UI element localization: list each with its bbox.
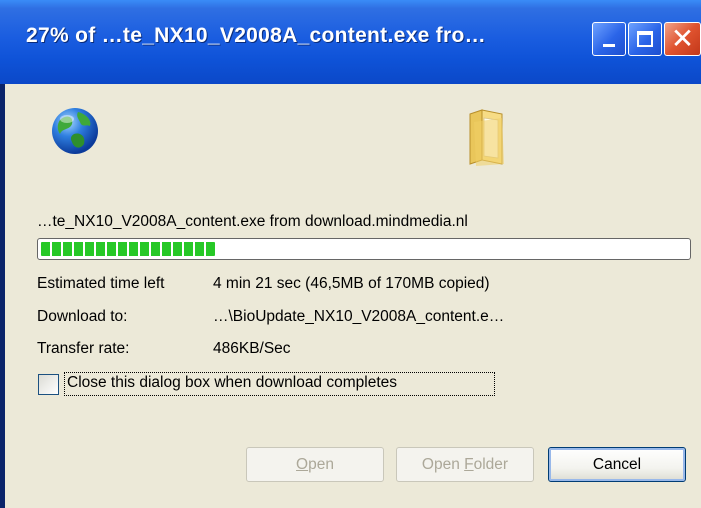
download-to-label: Download to: [37,308,128,325]
minimize-button[interactable] [592,22,626,56]
progress-fill [41,242,216,256]
file-source-line: …te_NX10_V2008A_content.exe from downloa… [37,213,468,230]
download-progress-bar [37,238,691,260]
open-mnemonic: O [296,455,309,473]
globe-icon [52,108,98,154]
open-folder-button[interactable]: Open Folder [396,447,534,482]
close-when-done-label[interactable]: Close this dialog box when download comp… [67,374,397,392]
maximize-button[interactable] [628,22,662,56]
close-button[interactable]: ✕ [664,22,701,56]
close-when-done-checkbox[interactable] [38,374,59,395]
maximize-icon [637,31,653,47]
open-folder-prefix: Open [421,455,465,473]
transfer-rate-label: Transfer rate: [37,340,130,357]
transfer-rate-value: 486KB/Sec [213,340,291,357]
estimated-time-label: Estimated time left [37,275,165,292]
open-button[interactable]: Open [246,447,384,482]
title-bar[interactable]: 27% of …te_NX10_V2008A_content.exe fro… … [0,0,701,84]
minimize-icon [603,43,615,47]
cancel-button[interactable]: Cancel [548,447,686,482]
open-label-rest: pen [308,455,334,473]
window-title: 27% of …te_NX10_V2008A_content.exe fro… [26,24,486,47]
close-icon: ✕ [670,22,695,55]
open-folder-rest: older [473,455,509,473]
estimated-time-value: 4 min 21 sec (46,5MB of 170MB copied) [213,275,490,292]
folder-icon [469,109,504,166]
open-folder-mnemonic: F [464,455,474,473]
download-dialog: 27% of …te_NX10_V2008A_content.exe fro… … [0,0,701,508]
download-to-value: …\BioUpdate_NX10_V2008A_content.e… [213,308,505,325]
dialog-body [5,84,701,508]
